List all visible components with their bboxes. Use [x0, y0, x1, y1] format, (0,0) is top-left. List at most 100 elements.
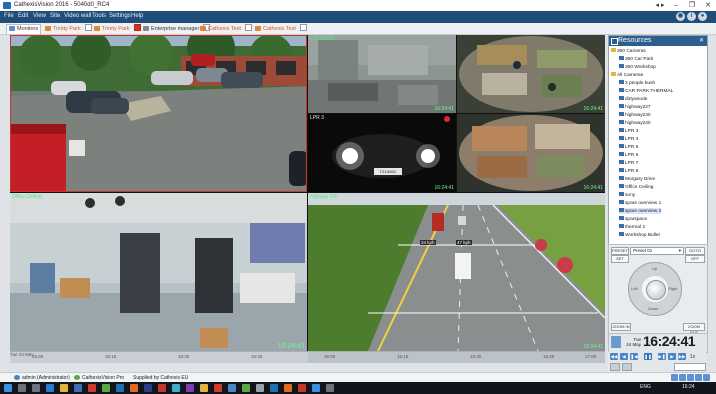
- tab-trinity-park-1[interactable]: Trinity Park: [45, 24, 92, 33]
- app-icon[interactable]: [130, 384, 138, 392]
- timeline-bar[interactable]: Tue 24 May 15:00 15:15 15:30 15:45 16:00…: [10, 351, 605, 363]
- preset-select[interactable]: Preset 01 ▾: [630, 247, 684, 255]
- app-icon[interactable]: [256, 384, 264, 392]
- camera-tile-shop-2[interactable]: 16:24:41: [457, 114, 605, 192]
- tab-cathexis-test-2[interactable]: Cathexis Test: [255, 24, 307, 33]
- app-icon[interactable]: [228, 384, 236, 392]
- zoom-in-button[interactable]: ZOOM IN: [611, 323, 631, 331]
- app-icon[interactable]: [242, 384, 250, 392]
- rewind-fast-button[interactable]: ◀◀: [610, 353, 618, 360]
- tray-language[interactable]: ENG: [640, 384, 651, 390]
- tree-folder[interactable]: 360 Cameras: [611, 48, 646, 54]
- off-button[interactable]: OFF: [685, 255, 705, 263]
- camera-tile-car-park[interactable]: [10, 35, 307, 192]
- camera-tile-office-ceiling[interactable]: Office Ceiling 16:24:41: [10, 193, 307, 351]
- task-view-icon[interactable]: [32, 384, 40, 392]
- menu-view[interactable]: View: [33, 13, 46, 19]
- settings-icon[interactable]: [687, 374, 694, 381]
- tree-camera[interactable]: LPR 6: [619, 152, 638, 158]
- calendar-icon[interactable]: [611, 336, 621, 348]
- speed-select[interactable]: [674, 363, 706, 371]
- rewind-button[interactable]: ◀: [620, 353, 628, 360]
- info-icon[interactable]: [703, 374, 710, 381]
- record-icon[interactable]: [695, 374, 702, 381]
- app-icon[interactable]: [186, 384, 194, 392]
- zoom-out-button[interactable]: ZOOM OUT: [683, 323, 705, 335]
- menu-site[interactable]: Site: [50, 13, 60, 19]
- camera-tile-cathexis[interactable]: CATHEXIS 16:24:41: [308, 35, 456, 113]
- menu-video-wall[interactable]: Video wall: [64, 13, 91, 19]
- mail-icon[interactable]: [74, 384, 82, 392]
- camera-tile-highway[interactable]: highway 230 34 kph 47 kph 16:24:41: [308, 193, 605, 351]
- pan-up-label[interactable]: Up: [652, 266, 657, 271]
- tree-camera[interactable]: Workshop Bullet: [619, 232, 660, 238]
- tab-trinity-park-2[interactable]: Trinity Park: [94, 24, 141, 33]
- set-button[interactable]: SET: [611, 255, 629, 263]
- app-icon[interactable]: [102, 384, 110, 392]
- close-tab-icon[interactable]: [244, 24, 252, 31]
- menu-settings[interactable]: Settings: [109, 13, 131, 19]
- export-icon[interactable]: [610, 363, 620, 371]
- pan-down-label[interactable]: Down: [648, 306, 658, 311]
- playback-speed[interactable]: 1x: [690, 354, 695, 360]
- app-icon[interactable]: [88, 384, 96, 392]
- preset-button[interactable]: PRESET: [611, 247, 629, 255]
- search-icon[interactable]: [18, 384, 26, 392]
- tree-camera[interactable]: sparspace: [619, 216, 647, 222]
- info-icon[interactable]: i: [687, 12, 696, 21]
- pause-button[interactable]: ❚❚: [644, 353, 652, 360]
- close-tab-icon[interactable]: [299, 24, 307, 31]
- app-icon[interactable]: [214, 384, 222, 392]
- tree-camera[interactable]: spare overview 2: [619, 208, 662, 214]
- notifications-icon[interactable]: ◉: [676, 12, 685, 21]
- tree-camera[interactable]: sony: [619, 192, 635, 198]
- user-icon[interactable]: ●: [698, 12, 707, 21]
- alarm-icon[interactable]: [679, 374, 686, 381]
- menu-file[interactable]: File: [4, 13, 14, 19]
- menu-help[interactable]: Help: [131, 13, 143, 19]
- step-back-button[interactable]: ❚◀: [630, 353, 638, 360]
- app-icon[interactable]: [312, 384, 320, 392]
- camera-tile-shop-1[interactable]: 16:24:41: [457, 35, 605, 113]
- tree-camera[interactable]: spare overview 1: [619, 200, 661, 206]
- camera-tile-lpr[interactable]: LPR 3 T2134SC 16:24:41: [308, 114, 456, 192]
- ptz-wheel[interactable]: Up Down Left Right: [628, 262, 682, 316]
- snapshot-icon[interactable]: [622, 363, 632, 371]
- tree-camera[interactable]: highway230: [619, 112, 651, 118]
- tree-camera[interactable]: CAR PARK THERMAL: [619, 88, 673, 94]
- tree-camera[interactable]: thermal 2: [619, 224, 645, 230]
- tree-folder[interactable]: All Cameras: [611, 72, 643, 78]
- app-icon[interactable]: [200, 384, 208, 392]
- close-tab-icon[interactable]: [84, 24, 92, 31]
- app-icon[interactable]: [116, 384, 124, 392]
- network-icon[interactable]: [671, 374, 678, 381]
- play-button[interactable]: ▶: [668, 353, 676, 360]
- app-icon[interactable]: [144, 384, 152, 392]
- tree-camera[interactable]: LPR 8: [619, 168, 638, 174]
- tab-cathexis-test-1[interactable]: Cathexis Test: [200, 24, 252, 33]
- close-button[interactable]: ✕: [699, 0, 716, 11]
- tree-camera[interactable]: 360 Car Park: [619, 56, 653, 62]
- browser-icon[interactable]: [46, 384, 54, 392]
- tray-clock[interactable]: 16:24: [682, 384, 695, 390]
- tree-camera[interactable]: LPR 4: [619, 136, 638, 142]
- close-panel-icon[interactable]: ✕: [699, 36, 704, 46]
- folder-icon[interactable]: [60, 384, 68, 392]
- tree-camera[interactable]: highway227: [619, 104, 651, 110]
- app-icon[interactable]: [326, 384, 334, 392]
- app-icon[interactable]: [158, 384, 166, 392]
- app-icon[interactable]: [172, 384, 180, 392]
- ptz-center[interactable]: [646, 280, 666, 300]
- tree-camera[interactable]: highway240: [619, 120, 651, 126]
- app-icon[interactable]: [298, 384, 306, 392]
- tree-camera[interactable]: LPR 7: [619, 160, 638, 166]
- fast-forward-button[interactable]: ▶▶: [678, 353, 686, 360]
- pan-left-label[interactable]: Left: [631, 286, 638, 291]
- tree-camera[interactable]: dirtyanode: [619, 96, 647, 102]
- tree-camera[interactable]: Morgary Drive: [619, 176, 655, 182]
- tree-camera[interactable]: 2 people bush: [619, 80, 655, 86]
- step-forward-button[interactable]: ▶❚: [658, 353, 666, 360]
- menu-tools[interactable]: Tools: [92, 13, 106, 19]
- app-icon[interactable]: [270, 384, 278, 392]
- tree-camera[interactable]: LPR 5: [619, 144, 638, 150]
